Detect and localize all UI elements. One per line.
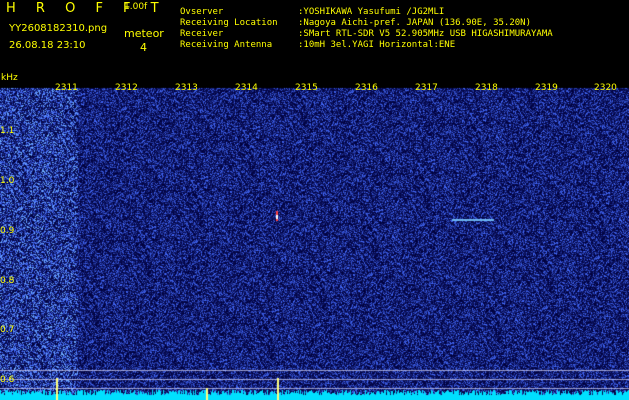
location-label: Receiving Location — [180, 18, 278, 28]
timestamp: 26.08.18 23:10 — [9, 40, 86, 51]
meteor-label: meteor — [124, 27, 164, 40]
x-tick: 2318 — [475, 83, 498, 93]
x-tick: 2316 — [355, 83, 378, 93]
antenna-value: :10mH 3el.YAGI Horizontal:ENE — [298, 40, 456, 50]
y-tick: 1.1 — [0, 126, 15, 136]
x-tick: 2314 — [235, 83, 258, 93]
x-tick: 2312 — [115, 83, 138, 93]
x-tick: 2320 — [594, 83, 617, 93]
observer-label: Ovserver — [180, 7, 224, 17]
x-tick: 2311 — [55, 83, 78, 93]
x-tick: 2313 — [175, 83, 198, 93]
location-value: :Nagoya Aichi-pref. JAPAN (136.90E, 35.2… — [298, 18, 531, 28]
y-tick: 0.7 — [0, 325, 15, 335]
meteor-count: 4 — [140, 41, 147, 54]
y-tick: 0.6 — [0, 375, 15, 385]
file-name: YY2608182310.png — [9, 23, 108, 34]
antenna-label: Receiving Antenna — [180, 40, 273, 50]
x-tick: 2317 — [415, 83, 438, 93]
x-tick: 2315 — [295, 83, 318, 93]
x-tick: 2319 — [535, 83, 558, 93]
receiver-label: Receiver — [180, 29, 224, 39]
receiver-value: :SMart RTL-SDR V5 52.905MHz USB HIGASHIM… — [298, 29, 553, 39]
observer-value: :YOSHIKAWA Yasufumi /JG2MLI — [298, 7, 445, 17]
y-tick: 1.0 — [0, 176, 15, 186]
y-axis-unit: kHz — [1, 73, 18, 83]
app-version: 1.00f — [124, 2, 148, 12]
y-tick: 0.9 — [0, 226, 15, 236]
y-tick: 0.8 — [0, 276, 15, 286]
spectrogram — [0, 80, 629, 400]
hrofft-screen: H R O F F T 1.00f YY2608182310.png 26.08… — [0, 0, 629, 400]
